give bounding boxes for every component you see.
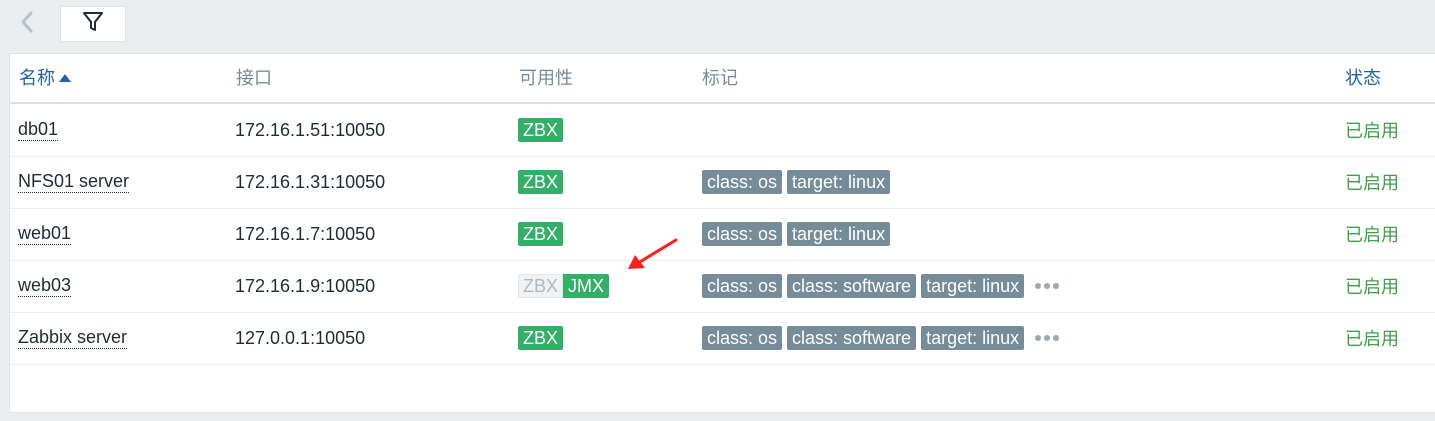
ellipsis-dot	[1044, 283, 1051, 289]
availability-group: ZBX	[518, 326, 564, 350]
host-name-link[interactable]: Zabbix server	[18, 327, 128, 349]
status-enabled-link[interactable]: 已启用	[1345, 325, 1399, 351]
cell-interface: 172.16.1.51:10050	[235, 104, 385, 156]
status-enabled-link[interactable]: 已启用	[1345, 117, 1399, 143]
tag-chip[interactable]: class: os	[702, 326, 783, 350]
hosts-table: 名称 接口 可用性 标记 状态 db01 172.16.1.51:10050 ZBX…	[9, 53, 1435, 413]
cell-tags: class: os class: software target: linux	[702, 312, 1060, 364]
column-header-status[interactable]: 状态	[1345, 67, 1381, 89]
tag-chip[interactable]: target: linux	[921, 326, 1025, 350]
ellipsis-icon	[1035, 335, 1060, 341]
status-enabled-link[interactable]: 已启用	[1345, 169, 1399, 195]
ellipsis-dot	[1053, 283, 1060, 289]
more-tags-button[interactable]	[1035, 328, 1060, 348]
cell-name: web01	[18, 208, 72, 260]
cell-interface: 172.16.1.7:10050	[235, 208, 375, 260]
chevron-left-icon	[20, 10, 34, 39]
cell-availability: ZBX	[518, 104, 564, 156]
column-header-availability: 可用性	[519, 68, 573, 88]
availability-badge-jmx[interactable]: JMX	[563, 274, 610, 298]
tag-chip[interactable]: class: software	[787, 326, 917, 350]
annotation-arrow-icon	[628, 238, 678, 269]
cell-interface: 172.16.1.9:10050	[235, 260, 375, 312]
cell-tags: class: os target: linux	[702, 208, 895, 260]
table-row: db01 172.16.1.51:10050 ZBX 已启用	[10, 104, 1435, 157]
interface-address: 172.16.1.9:10050	[235, 275, 376, 296]
ellipsis-dot	[1035, 283, 1042, 289]
interface-address: 127.0.0.1:10050	[235, 327, 366, 348]
availability-group: ZBX	[518, 118, 564, 142]
table-row: web03 172.16.1.9:10050 ZBX JMX class: os clas…	[10, 260, 1435, 313]
availability-group: ZBX	[518, 170, 564, 194]
cell-interface: 127.0.0.1:10050	[235, 312, 365, 364]
interface-address: 172.16.1.7:10050	[235, 223, 376, 244]
availability-badge-zbx[interactable]: ZBX	[518, 222, 564, 246]
ellipsis-dot	[1044, 335, 1051, 341]
cell-status: 已启用	[1345, 208, 1399, 260]
table-header: 名称 接口 可用性 标记 状态	[10, 54, 1435, 104]
cell-availability: ZBX	[518, 208, 564, 260]
availability-badge-zbx[interactable]: ZBX	[518, 326, 564, 350]
cell-name: web03	[18, 260, 72, 312]
status-enabled-link[interactable]: 已启用	[1345, 221, 1399, 247]
cell-tags: class: os target: linux	[702, 156, 895, 208]
cell-status: 已启用	[1345, 104, 1399, 156]
host-name-link[interactable]: web01	[18, 223, 72, 245]
tag-chip[interactable]: target: linux	[787, 222, 891, 246]
ellipsis-icon	[1035, 283, 1060, 289]
interface-address: 172.16.1.51:10050	[235, 119, 386, 140]
cell-name: db01	[18, 104, 59, 156]
tag-chip[interactable]: class: os	[702, 274, 783, 298]
table-row: Zabbix server 127.0.0.1:10050 ZBX class: os…	[10, 312, 1435, 365]
host-name-link[interactable]: NFS01 server	[18, 171, 130, 193]
toolbar	[0, 0, 1435, 52]
tag-chip[interactable]: class: software	[787, 274, 917, 298]
cell-availability: ZBX	[518, 156, 564, 208]
table-row: web01 172.16.1.7:10050 ZBX class: os target:…	[10, 208, 1435, 261]
ellipsis-dot	[1035, 335, 1042, 341]
column-header-tags: 标记	[702, 68, 738, 88]
sort-ascending-icon	[59, 74, 71, 82]
availability-badge-zbx[interactable]: ZBX	[518, 274, 564, 298]
back-button[interactable]	[14, 10, 40, 38]
availability-badge-zbx[interactable]: ZBX	[518, 118, 564, 142]
tag-chip[interactable]: target: linux	[921, 274, 1025, 298]
table-row: NFS01 server 172.16.1.31:10050 ZBX class: o…	[10, 156, 1435, 209]
cell-availability: ZBX JMX	[518, 260, 610, 312]
host-name-link[interactable]: web03	[18, 275, 72, 297]
cell-status: 已启用	[1345, 156, 1399, 208]
availability-badge-zbx[interactable]: ZBX	[518, 170, 564, 194]
cell-name: Zabbix server	[18, 312, 128, 364]
more-tags-button[interactable]	[1035, 276, 1060, 296]
column-header-name-label: 名称	[19, 68, 55, 88]
filter-toggle-button[interactable]	[60, 6, 126, 42]
cell-status: 已启用	[1345, 260, 1399, 312]
cell-status: 已启用	[1345, 312, 1399, 364]
cell-name: NFS01 server	[18, 156, 130, 208]
tag-chip[interactable]: target: linux	[787, 170, 891, 194]
status-enabled-link[interactable]: 已启用	[1345, 273, 1399, 299]
cell-tags: class: os class: software target: linux	[702, 260, 1060, 312]
column-header-interface: 接口	[236, 68, 272, 88]
column-header-name[interactable]: 名称	[19, 67, 71, 89]
tag-chip[interactable]: class: os	[702, 170, 783, 194]
tag-chip[interactable]: class: os	[702, 222, 783, 246]
cell-interface: 172.16.1.31:10050	[235, 156, 385, 208]
cell-availability: ZBX	[518, 312, 564, 364]
filter-icon	[82, 11, 104, 38]
ellipsis-dot	[1053, 335, 1060, 341]
availability-group: ZBX JMX	[518, 274, 610, 298]
availability-group: ZBX	[518, 222, 564, 246]
host-name-link[interactable]: db01	[18, 119, 59, 141]
interface-address: 172.16.1.31:10050	[235, 171, 386, 192]
